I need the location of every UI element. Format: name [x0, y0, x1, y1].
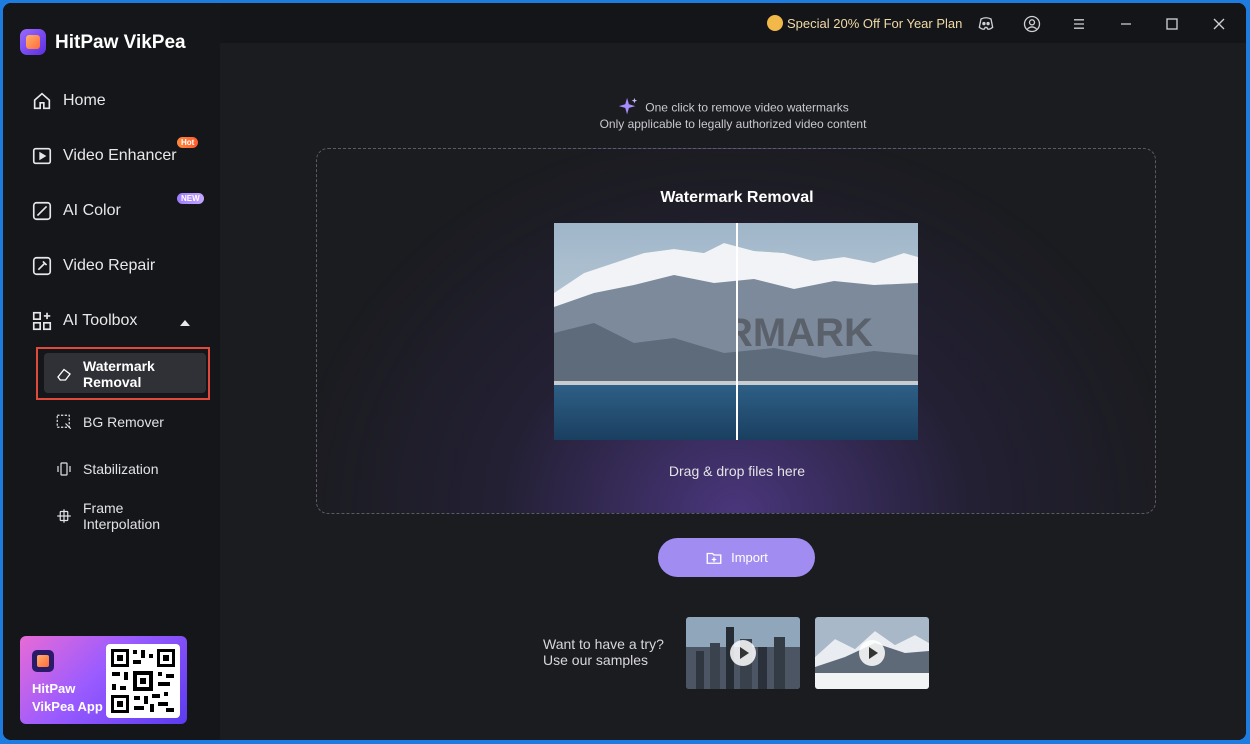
offer-badge-icon [767, 15, 783, 31]
maximize-icon[interactable] [1162, 14, 1182, 34]
drop-zone[interactable]: Watermark Removal RMARK Drag & drop file… [316, 148, 1156, 514]
caret-up-icon[interactable] [180, 320, 190, 326]
folder-add-icon [706, 552, 722, 564]
close-icon[interactable] [1209, 14, 1229, 34]
sidebar-item-label: AI Color [63, 202, 121, 219]
sidebar-subitem-bg-remover[interactable]: BG Remover [55, 413, 164, 431]
menu-icon[interactable] [1069, 14, 1089, 34]
before-after-preview: RMARK [554, 223, 918, 440]
new-badge: NEW [177, 193, 204, 204]
home-icon [33, 92, 51, 110]
sample-video-mountain[interactable] [815, 617, 929, 689]
sidebar-item-ai-color[interactable]: AI Color [31, 199, 121, 223]
sidebar-subitem-watermark-removal[interactable]: Watermark Removal [55, 358, 173, 390]
bg-remover-icon [56, 414, 72, 430]
minimize-icon[interactable] [1116, 14, 1136, 34]
vikpea-app-logo-icon [32, 650, 54, 672]
app-window: HitPaw VikPea Home Video Enhancer Hot AI… [3, 3, 1246, 740]
sidebar-item-home[interactable]: Home [31, 89, 106, 113]
drop-zone-hint: Drag & drop files here [668, 463, 806, 479]
ai-color-icon [32, 201, 52, 221]
samples-prompt: Want to have a try? Use our samples [543, 636, 664, 668]
sidebar-subitem-frame-interpolation[interactable]: Frame Interpolation [55, 500, 173, 532]
sidebar-subitem-label: BG Remover [83, 414, 164, 430]
sidebar-item-label: Home [63, 92, 106, 109]
app-title: HitPaw VikPea [55, 32, 186, 53]
play-icon [859, 640, 885, 666]
mobile-app-promo[interactable]: HitPaw VikPea App [20, 636, 187, 724]
app-logo-icon [20, 29, 46, 55]
eraser-icon [57, 368, 71, 381]
special-offer-link[interactable]: Special 20% Off For Year Plan [767, 15, 962, 31]
promo-text: HitPaw VikPea App [32, 681, 103, 714]
sidebar-subitem-stabilization[interactable]: Stabilization [55, 460, 159, 478]
play-icon [730, 640, 756, 666]
sample-video-city[interactable] [686, 617, 800, 689]
sidebar-subitem-label: Stabilization [83, 461, 159, 477]
title-bar: Special 20% Off For Year Plan [220, 3, 1246, 43]
sidebar: HitPaw VikPea Home Video Enhancer Hot AI… [3, 3, 220, 740]
main-panel: One click to remove video watermarks Onl… [220, 3, 1246, 740]
account-icon[interactable] [1022, 14, 1042, 34]
stabilization-icon [57, 462, 71, 476]
sidebar-item-ai-toolbox[interactable]: AI Toolbox [31, 309, 137, 333]
sidebar-item-video-enhancer[interactable]: Video Enhancer [31, 144, 177, 168]
sidebar-subitem-label: Frame Interpolation [83, 500, 161, 532]
sidebar-item-label: Video Enhancer [63, 147, 177, 164]
discord-icon[interactable] [976, 14, 996, 34]
qr-code [106, 644, 180, 718]
sidebar-item-label: Video Repair [63, 257, 156, 274]
frame-interpolation-icon [57, 509, 71, 523]
hint-line-2: Only applicable to legally authorized vi… [599, 117, 867, 131]
hot-badge: Hot [177, 137, 199, 148]
video-enhancer-icon [32, 147, 52, 165]
video-repair-icon [32, 256, 52, 276]
drop-zone-title: Watermark Removal [660, 189, 814, 206]
sidebar-subitem-label: Watermark Removal [83, 358, 155, 390]
sidebar-item-label: AI Toolbox [63, 312, 138, 329]
sidebar-item-video-repair[interactable]: Video Repair [31, 254, 155, 278]
toolbox-icon [32, 311, 52, 331]
import-button[interactable]: Import [658, 538, 815, 577]
watermark-text: RMARK [724, 311, 873, 355]
